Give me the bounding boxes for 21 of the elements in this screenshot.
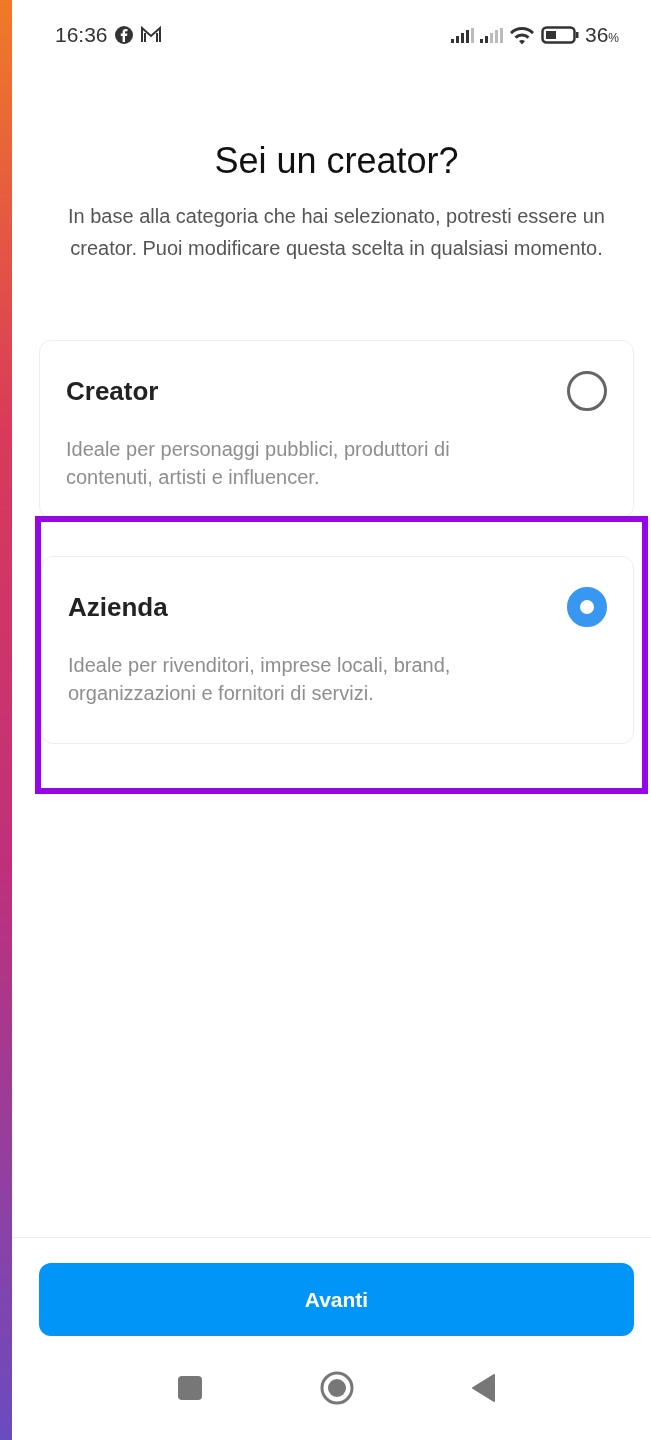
signal-icon — [479, 27, 503, 43]
battery-icon — [540, 25, 579, 45]
mail-icon — [139, 26, 162, 44]
option-description: Ideale per rivenditori, imprese locali, brand, organizzazioni e fornitori di servizi. — [68, 653, 452, 706]
wifi-icon — [508, 25, 535, 45]
option-title: Creator — [66, 375, 159, 407]
radio-button[interactable] — [567, 587, 607, 627]
option-card[interactable]: Azienda Ideale per rivenditori, imprese locali, brand, organizzazioni e fornitori di servizi. — [41, 556, 634, 744]
page-title: Sei un creator? — [214, 140, 459, 182]
battery-percent: 36% — [584, 23, 619, 47]
home-circle-icon — [319, 1371, 354, 1405]
facebook-icon — [113, 25, 134, 45]
page-subtitle: In base alla categoria che hai selezionato, potresti essere un creator. Puoi modificare questa scelta in qualsiasi momento. — [67, 204, 606, 261]
signal-icon — [450, 27, 474, 43]
square-icon — [177, 1376, 202, 1400]
option-title: Azienda — [68, 591, 168, 623]
radio-button[interactable] — [567, 371, 607, 411]
option-description: Ideale per personaggi pubblici, produttori di contenuti, artisti e influencer. — [66, 437, 451, 490]
back-triangle-icon — [471, 1374, 496, 1402]
status-time: 16:36 — [55, 23, 108, 47]
option-card[interactable]: Creator Ideale per personaggi pubblici, produttori di contenuti, artisti e influencer. — [39, 340, 634, 518]
